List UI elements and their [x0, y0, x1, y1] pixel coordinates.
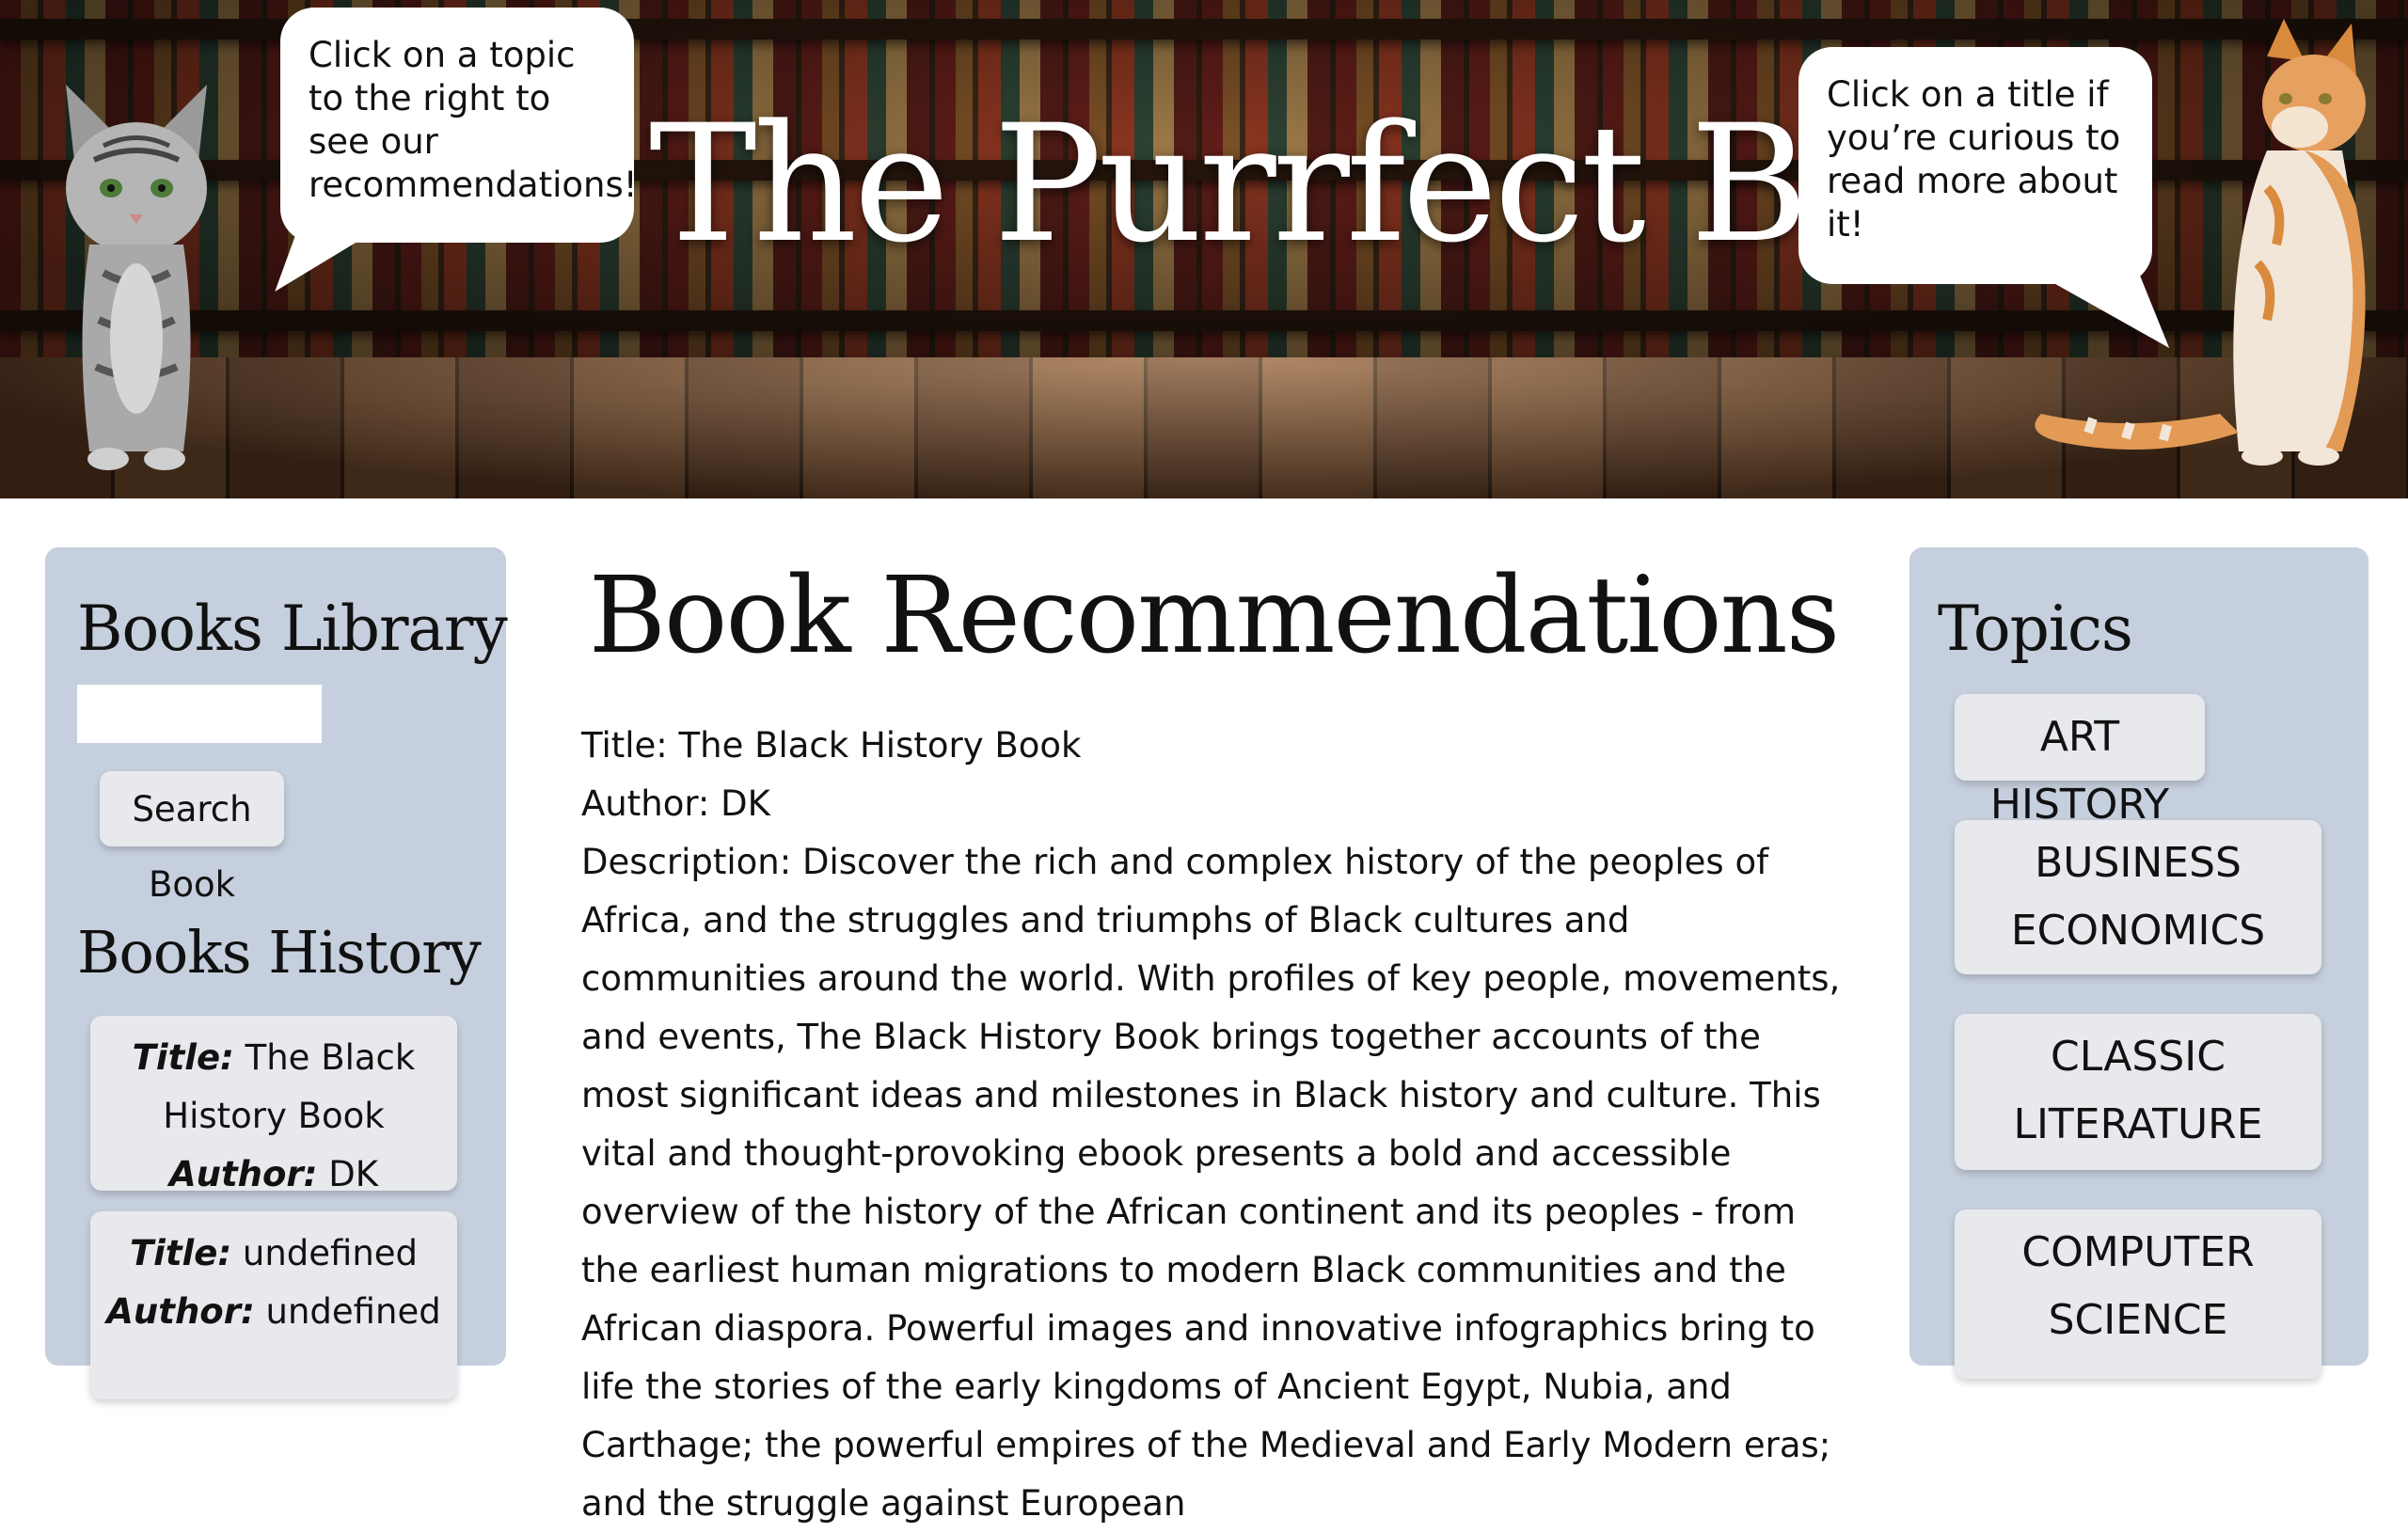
- recommendations-heading: Book Recommendations: [588, 555, 1841, 677]
- recommendation-author: Author: DK: [581, 783, 770, 824]
- speech-bubble-left: Click on a topic to the right to see our…: [280, 8, 638, 243]
- history-title-value: undefined: [242, 1233, 419, 1273]
- history-author-key: Author:: [169, 1154, 318, 1194]
- topic-button-computer-science[interactable]: COMPUTER SCIENCE: [1955, 1209, 2321, 1379]
- history-author-value: undefined: [265, 1291, 441, 1332]
- orange-cat-image: [2035, 19, 2366, 466]
- history-author-key: Author:: [106, 1291, 255, 1332]
- topic-button-business-economics[interactable]: BUSINESS ECONOMICS: [1955, 820, 2321, 974]
- topic-button-classic-literature[interactable]: CLASSIC LITERATURE: [1955, 1014, 2321, 1170]
- recommendation-entry: Title: The Black History Book Author: DK…: [581, 717, 1842, 1533]
- recommendation-title[interactable]: Title: The Black History Book: [581, 717, 1842, 775]
- history-title-key: Title:: [132, 1037, 234, 1078]
- books-history-heading: Books History: [77, 918, 482, 987]
- bubble-left-text: Click on a topic to the right to see our…: [309, 35, 638, 205]
- header-banner: Click on a topic to the right to see our…: [0, 0, 2408, 498]
- history-item[interactable]: Title: The Black History Book Author: DK: [90, 1016, 457, 1194]
- book-search-input[interactable]: [77, 685, 322, 743]
- search-book-button[interactable]: Search Book: [100, 771, 284, 905]
- site-title: The Purrfect Book: [649, 89, 2090, 278]
- history-item[interactable]: Title: undefined Author: undefined: [90, 1211, 457, 1399]
- history-title-key: Title:: [129, 1233, 232, 1273]
- recommendation-description: Description: Discover the rich and compl…: [581, 842, 1841, 1524]
- topics-panel: Topics ART HISTORY BUSINESS ECONOMICS CL…: [1909, 547, 2368, 1379]
- topics-heading: Topics: [1938, 593, 2133, 665]
- books-library-heading: Books Library: [77, 593, 508, 665]
- books-library-panel: Books Library Search Book Books History …: [45, 547, 508, 1399]
- grey-tabby-cat-image: [66, 85, 207, 470]
- history-author-value: DK: [328, 1154, 378, 1194]
- topic-button-art-history[interactable]: ART HISTORY: [1955, 694, 2205, 829]
